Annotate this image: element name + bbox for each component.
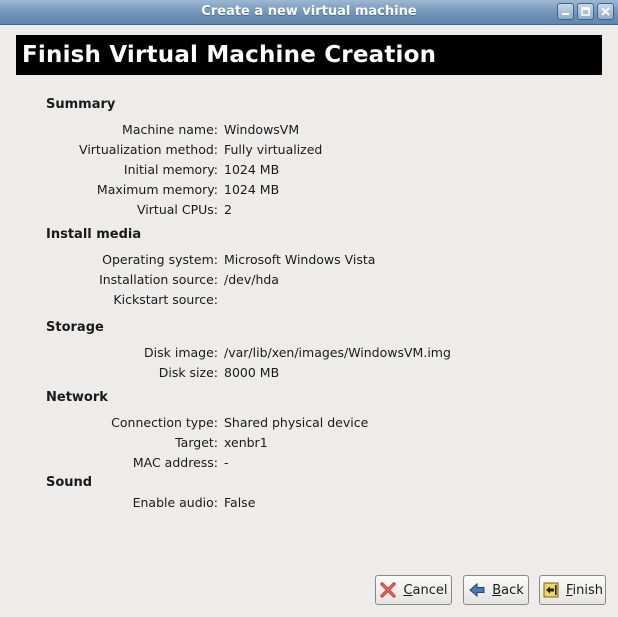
finish-label: inish xyxy=(572,582,604,598)
close-icon xyxy=(601,7,610,16)
back-button[interactable]: Back xyxy=(463,575,529,605)
section-sound-title: Sound xyxy=(46,475,93,490)
field-label: Connection type: xyxy=(111,415,218,430)
cancel-button[interactable]: Cancel xyxy=(375,575,452,605)
field-value: 1024 MB xyxy=(224,162,280,177)
back-label: ack xyxy=(501,582,524,598)
install-row-kickstart-source: Kickstart source: xyxy=(0,292,618,310)
field-label: Target: xyxy=(175,435,218,450)
close-window-button[interactable] xyxy=(597,3,614,20)
back-mnemonic: B xyxy=(492,582,502,598)
install-row-installation-source: Installation source: /dev/hda xyxy=(0,272,618,290)
storage-row-disk-image: Disk image: /var/lib/xen/images/WindowsV… xyxy=(0,345,618,363)
summary-row-initial-memory: Initial memory: 1024 MB xyxy=(0,162,618,180)
field-label: MAC address: xyxy=(132,455,218,470)
network-row-target: Target: xenbr1 xyxy=(0,435,618,453)
field-label: Virtualization method: xyxy=(79,142,218,157)
maximize-button[interactable] xyxy=(577,3,594,20)
field-value: False xyxy=(224,495,256,510)
field-value: Microsoft Windows Vista xyxy=(224,252,376,267)
field-value: Shared physical device xyxy=(224,415,369,430)
field-label: Initial memory: xyxy=(123,162,218,177)
cancel-x-icon xyxy=(379,581,397,599)
section-install-media-title: Install media xyxy=(46,227,142,242)
field-value: WindowsVM xyxy=(224,122,300,137)
field-value: xenbr1 xyxy=(224,435,268,450)
cancel-label: ancel xyxy=(412,582,448,598)
summary-row-maximum-memory: Maximum memory: 1024 MB xyxy=(0,182,618,200)
summary-row-virtual-cpus: Virtual CPUs: 2 xyxy=(0,202,618,220)
sound-row-enable-audio: Enable audio: False xyxy=(0,495,618,513)
network-row-mac-address: MAC address: - xyxy=(0,455,618,473)
window-title: Create a new virtual machine xyxy=(201,4,417,19)
field-value: Fully virtualized xyxy=(224,142,323,157)
finish-button[interactable]: Finish xyxy=(539,575,606,605)
field-value: /var/lib/xen/images/WindowsVM.img xyxy=(224,345,451,360)
minimize-icon xyxy=(562,13,569,15)
finish-icon xyxy=(542,581,560,599)
field-label: Operating system: xyxy=(102,252,218,267)
section-summary-title: Summary xyxy=(46,97,116,112)
field-label: Kickstart source: xyxy=(113,292,218,307)
minimize-button[interactable] xyxy=(557,3,574,20)
field-label: Installation source: xyxy=(99,272,218,287)
page-title: Finish Virtual Machine Creation xyxy=(16,35,602,75)
field-value: 8000 MB xyxy=(224,365,280,380)
field-label: Maximum memory: xyxy=(96,182,218,197)
field-label: Disk size: xyxy=(158,365,218,380)
field-value: 2 xyxy=(224,202,232,217)
field-value: - xyxy=(224,455,229,470)
cancel-mnemonic: C xyxy=(403,582,413,598)
network-row-connection-type: Connection type: Shared physical device xyxy=(0,415,618,433)
summary-row-machine-name: Machine name: WindowsVM xyxy=(0,122,618,140)
field-value: 1024 MB xyxy=(224,182,280,197)
field-label: Disk image: xyxy=(144,345,218,360)
field-label: Machine name: xyxy=(122,122,218,137)
section-storage-title: Storage xyxy=(46,320,104,335)
section-network-title: Network xyxy=(46,390,108,405)
maximize-icon xyxy=(581,7,590,16)
field-value: /dev/hda xyxy=(224,272,279,287)
field-label: Enable audio: xyxy=(132,495,218,510)
window-titlebar[interactable]: Create a new virtual machine xyxy=(0,0,618,25)
field-label: Virtual CPUs: xyxy=(137,202,218,217)
back-arrow-icon xyxy=(468,581,486,599)
install-row-operating-system: Operating system: Microsoft Windows Vist… xyxy=(0,252,618,270)
storage-row-disk-size: Disk size: 8000 MB xyxy=(0,365,618,383)
summary-row-virtualization-method: Virtualization method: Fully virtualized xyxy=(0,142,618,160)
